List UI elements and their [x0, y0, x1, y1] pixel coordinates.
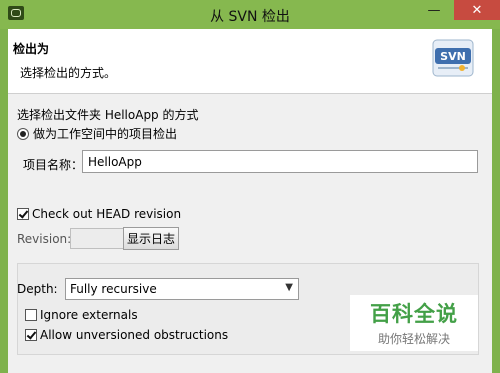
svn-logo-text: SVN — [440, 50, 466, 63]
watermark-sub-text: 助你轻松解决 — [377, 332, 450, 346]
ignore-externals-option[interactable]: Ignore externals — [25, 308, 138, 322]
revision-label: Revision: — [17, 232, 72, 246]
depth-label: Depth: — [17, 282, 58, 296]
ignore-externals-checkbox[interactable] — [25, 309, 37, 321]
project-name-input[interactable] — [82, 150, 478, 173]
head-revision-option[interactable]: Check out HEAD revision — [17, 207, 181, 221]
depth-select[interactable]: Fully recursive ▼ — [65, 278, 299, 300]
ignore-externals-label: Ignore externals — [40, 308, 138, 322]
project-name-label: 项目名称： — [23, 158, 84, 172]
svn-logo-icon: SVN — [432, 39, 474, 77]
show-log-button[interactable]: 显示日志 — [123, 227, 179, 250]
header-title: 检出为 — [13, 42, 50, 56]
dialog-header: 检出为 选择检出的方式。 SVN — [8, 29, 492, 94]
head-revision-checkbox[interactable] — [17, 208, 29, 220]
chevron-down-icon[interactable]: ▼ — [285, 282, 293, 293]
watermark-logo: 百科全说 助你轻松解决 — [350, 295, 478, 351]
header-description: 选择检出的方式。 — [20, 66, 117, 80]
title-bar: 从 SVN 检出 — ✕ — [0, 0, 500, 29]
depth-selected-value: Fully recursive — [70, 282, 157, 296]
allow-unversioned-option[interactable]: Allow unversioned obstructions — [25, 328, 228, 342]
radio-button[interactable] — [17, 127, 29, 140]
project-checkout-option-label: 做为工作空间中的项目检出 — [33, 127, 178, 141]
watermark-main-text: 百科全说 — [370, 302, 458, 326]
dialog-body: 检出为 选择检出的方式。 SVN 选择检出文件夹 HelloApp 的方式 做为… — [8, 29, 492, 373]
allow-unversioned-label: Allow unversioned obstructions — [40, 328, 229, 342]
project-checkout-option[interactable]: 做为工作空间中的项目检出 — [17, 125, 177, 142]
head-revision-label: Check out HEAD revision — [32, 207, 182, 221]
revision-input[interactable] — [70, 228, 124, 249]
close-button[interactable]: ✕ — [454, 0, 500, 20]
checkout-method-label: 选择检出文件夹 HelloApp 的方式 — [17, 108, 199, 122]
allow-unversioned-checkbox[interactable] — [25, 329, 37, 341]
minimize-button[interactable]: — — [422, 0, 446, 20]
